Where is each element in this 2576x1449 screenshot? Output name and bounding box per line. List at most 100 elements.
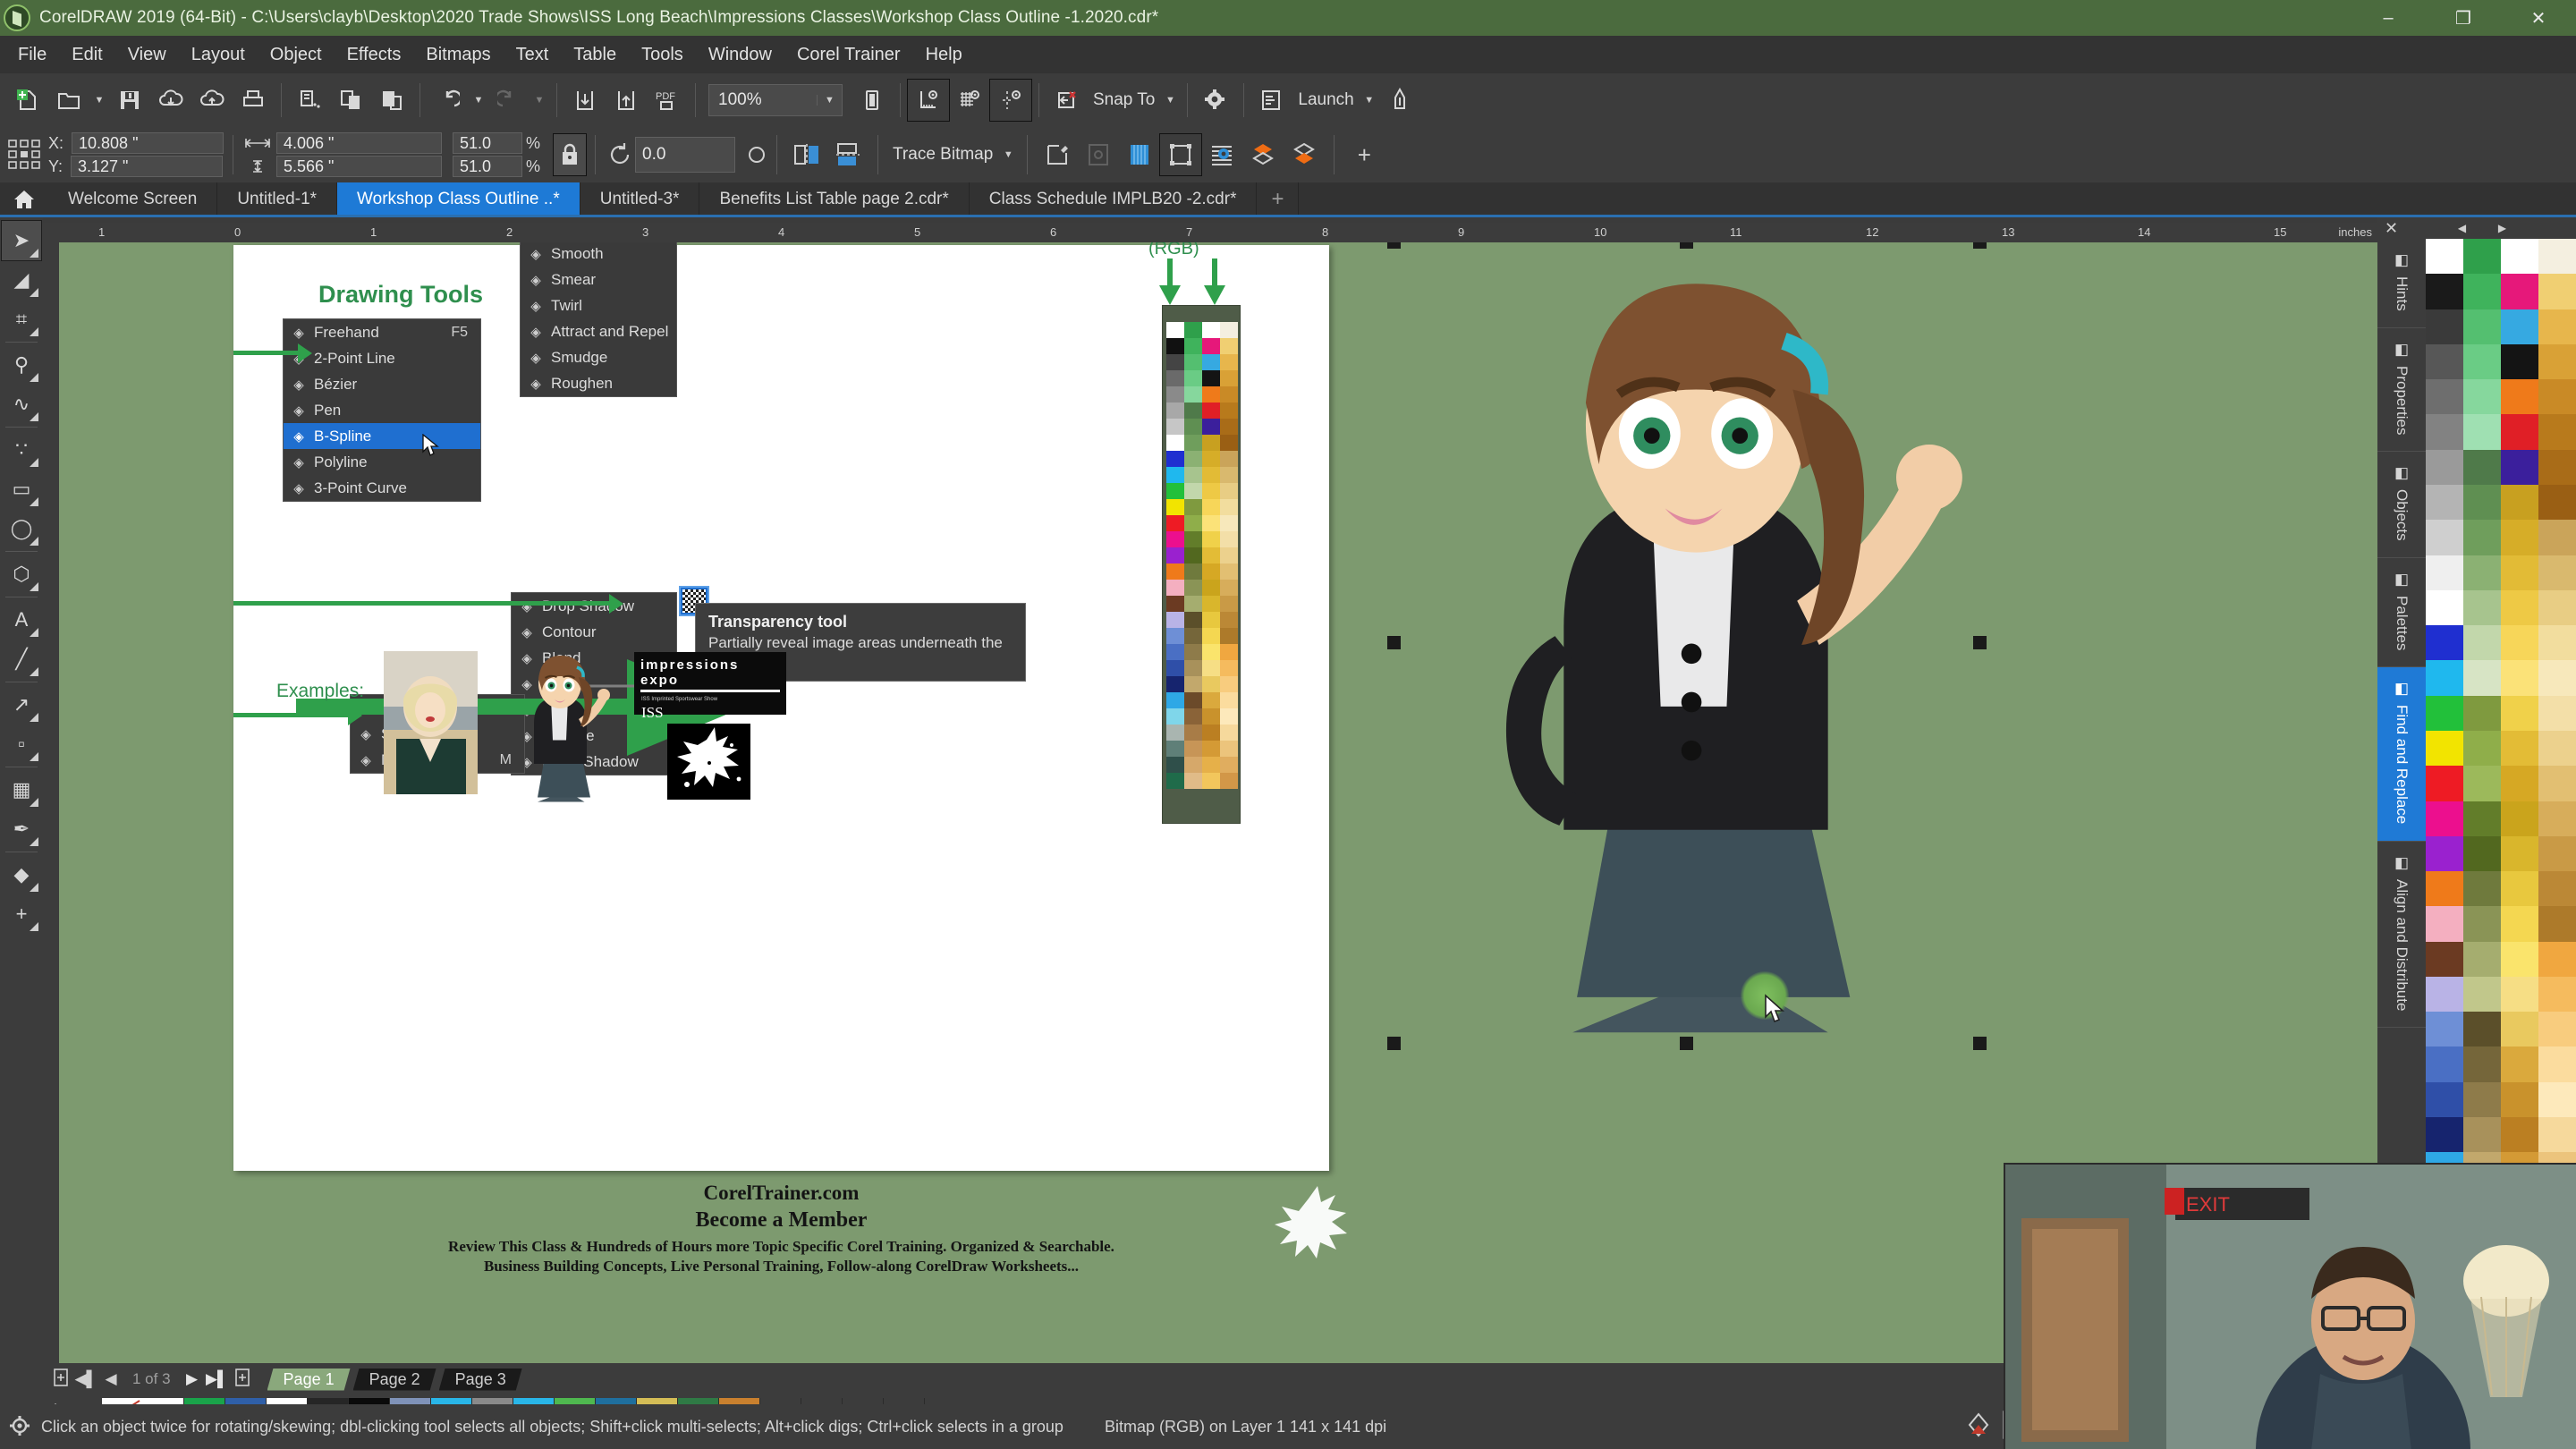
color-swatch[interactable] [1202, 612, 1220, 628]
color-swatch[interactable] [2426, 449, 2463, 485]
color-swatch[interactable] [1166, 386, 1184, 402]
scale-height-field[interactable]: 51.0 [453, 156, 523, 177]
color-swatch[interactable] [2501, 941, 2538, 977]
new-document-icon[interactable] [7, 80, 48, 121]
color-swatch[interactable] [1166, 419, 1184, 435]
color-swatch[interactable] [1202, 467, 1220, 483]
color-swatch[interactable] [2463, 871, 2501, 907]
docker-tab-properties[interactable]: ◧ Properties [2377, 328, 2426, 453]
menu-item-pen[interactable]: ◈ Pen [284, 397, 480, 423]
shape-edit-flyout[interactable]: ◈ Smooth ◈ Smear ◈ Twirl ◈ Attract and Repel ◈ Sm… [520, 242, 677, 397]
color-swatch[interactable] [1220, 402, 1238, 419]
color-swatch[interactable] [1184, 644, 1202, 660]
color-swatch[interactable] [2426, 343, 2463, 380]
edit-bitmap-icon[interactable] [1037, 142, 1078, 167]
color-swatch[interactable] [1220, 676, 1238, 692]
color-swatch[interactable] [2501, 379, 2538, 415]
color-swatch[interactable] [2538, 766, 2576, 801]
color-swatch[interactable] [2538, 1012, 2576, 1047]
color-swatch[interactable] [2501, 239, 2538, 275]
color-swatch[interactable] [2426, 730, 2463, 767]
menu-item-edit[interactable]: Edit [59, 39, 114, 71]
trace-bitmap-dropdown-icon[interactable]: ▼ [998, 134, 1018, 175]
undo-dropdown-icon[interactable]: ▼ [469, 80, 488, 121]
color-swatch[interactable] [1166, 547, 1184, 564]
close-button[interactable]: ✕ [2501, 0, 2576, 36]
color-swatch[interactable] [2538, 555, 2576, 590]
scale-width-field[interactable]: 51.0 [453, 132, 523, 154]
color-swatch[interactable] [1220, 724, 1238, 741]
color-swatch[interactable] [2538, 730, 2576, 767]
add-page-end-button[interactable] [230, 1368, 255, 1391]
example-cartoon-woman[interactable] [502, 648, 618, 804]
smooth-tool[interactable]: ∵ [2, 430, 41, 470]
rectangle-tool[interactable]: ▭ [2, 470, 41, 509]
color-swatch[interactable] [2463, 625, 2501, 661]
color-swatch[interactable] [2426, 520, 2463, 555]
page-tab-page-3[interactable]: Page 3 [439, 1368, 522, 1391]
color-swatch[interactable] [2501, 766, 2538, 801]
palette-nav-arrows[interactable]: ◀ ▶ [2442, 217, 2522, 239]
docker-tab-align-and-distribute[interactable]: ◧ Align and Distribute [2377, 842, 2426, 1028]
color-swatch[interactable] [1166, 338, 1184, 354]
color-swatch[interactable] [1220, 741, 1238, 757]
color-swatch[interactable] [2501, 976, 2538, 1013]
color-swatch[interactable] [2463, 835, 2501, 872]
color-swatch[interactable] [2538, 976, 2576, 1013]
interactive-fill-tool[interactable]: ◆ [2, 855, 41, 894]
color-swatch[interactable] [1166, 354, 1184, 370]
color-swatch[interactable] [1166, 402, 1184, 419]
docker-tab-palettes[interactable]: ◧ Palettes [2377, 558, 2426, 668]
color-swatch[interactable] [1166, 596, 1184, 612]
color-swatch[interactable] [2501, 414, 2538, 450]
x-field[interactable]: 10.808 " [72, 132, 225, 154]
color-swatch[interactable] [2463, 1081, 2501, 1118]
color-swatch[interactable] [1184, 676, 1202, 692]
color-swatch[interactable] [2538, 941, 2576, 977]
minimize-button[interactable]: – [2351, 0, 2426, 36]
menu-item-bitmaps[interactable]: Bitmaps [413, 39, 503, 71]
color-swatch[interactable] [2463, 1117, 2501, 1153]
color-swatch[interactable] [1166, 757, 1184, 773]
fill-color-icon[interactable] [1965, 1411, 1992, 1443]
rotation-field[interactable]: 0.0 [635, 137, 736, 173]
ellipse-tool[interactable]: ◯ [2, 509, 41, 548]
drawing-tools-flyout[interactable]: ◈FreehandF5◈2-Point Line◈Bézier◈Pen◈B-Sp… [283, 318, 481, 502]
save-icon[interactable] [109, 80, 150, 121]
document-tab-3[interactable]: Untitled-3* [580, 182, 700, 216]
menu-item-roughen[interactable]: ◈ Roughen [521, 370, 676, 396]
color-swatch[interactable] [1202, 660, 1220, 676]
color-swatch[interactable] [1202, 724, 1220, 741]
zoom-tool[interactable]: ⚲ [2, 345, 41, 385]
color-swatch[interactable] [2501, 730, 2538, 767]
color-swatch[interactable] [2426, 1012, 2463, 1047]
new-document-tab-button[interactable]: + [1257, 182, 1300, 216]
color-swatch[interactable] [2538, 1081, 2576, 1118]
color-swatch[interactable] [2426, 239, 2463, 275]
show-guidelines-icon[interactable] [989, 79, 1032, 122]
import-arrow-icon[interactable] [564, 80, 606, 121]
launch-icon[interactable] [1251, 80, 1292, 121]
rotation-center-icon[interactable] [746, 144, 767, 165]
color-swatch[interactable] [1220, 531, 1238, 547]
color-swatch[interactable] [1220, 322, 1238, 338]
export-arrow-icon[interactable] [606, 80, 647, 121]
color-swatch[interactable] [1220, 483, 1238, 499]
color-swatch[interactable] [2501, 1081, 2538, 1118]
color-swatch[interactable] [1184, 338, 1202, 354]
color-swatch[interactable] [1184, 483, 1202, 499]
color-swatch[interactable] [1184, 757, 1202, 773]
color-swatch[interactable] [1184, 773, 1202, 789]
color-swatch[interactable] [1184, 322, 1202, 338]
quick-customize-icon[interactable]: + [1343, 141, 1385, 169]
last-page-button[interactable]: ▶▌ [205, 1370, 230, 1388]
color-swatch[interactable] [1166, 531, 1184, 547]
docker-tab-hints[interactable]: ◧ Hints [2377, 239, 2426, 328]
color-swatch[interactable] [2538, 1117, 2576, 1153]
color-swatch[interactable] [2538, 660, 2576, 696]
color-swatch[interactable] [2426, 941, 2463, 977]
bitmap-color-mask-icon[interactable] [1119, 142, 1160, 167]
color-swatch[interactable] [2538, 379, 2576, 415]
color-swatch[interactable] [2538, 589, 2576, 626]
color-swatch[interactable] [1202, 741, 1220, 757]
